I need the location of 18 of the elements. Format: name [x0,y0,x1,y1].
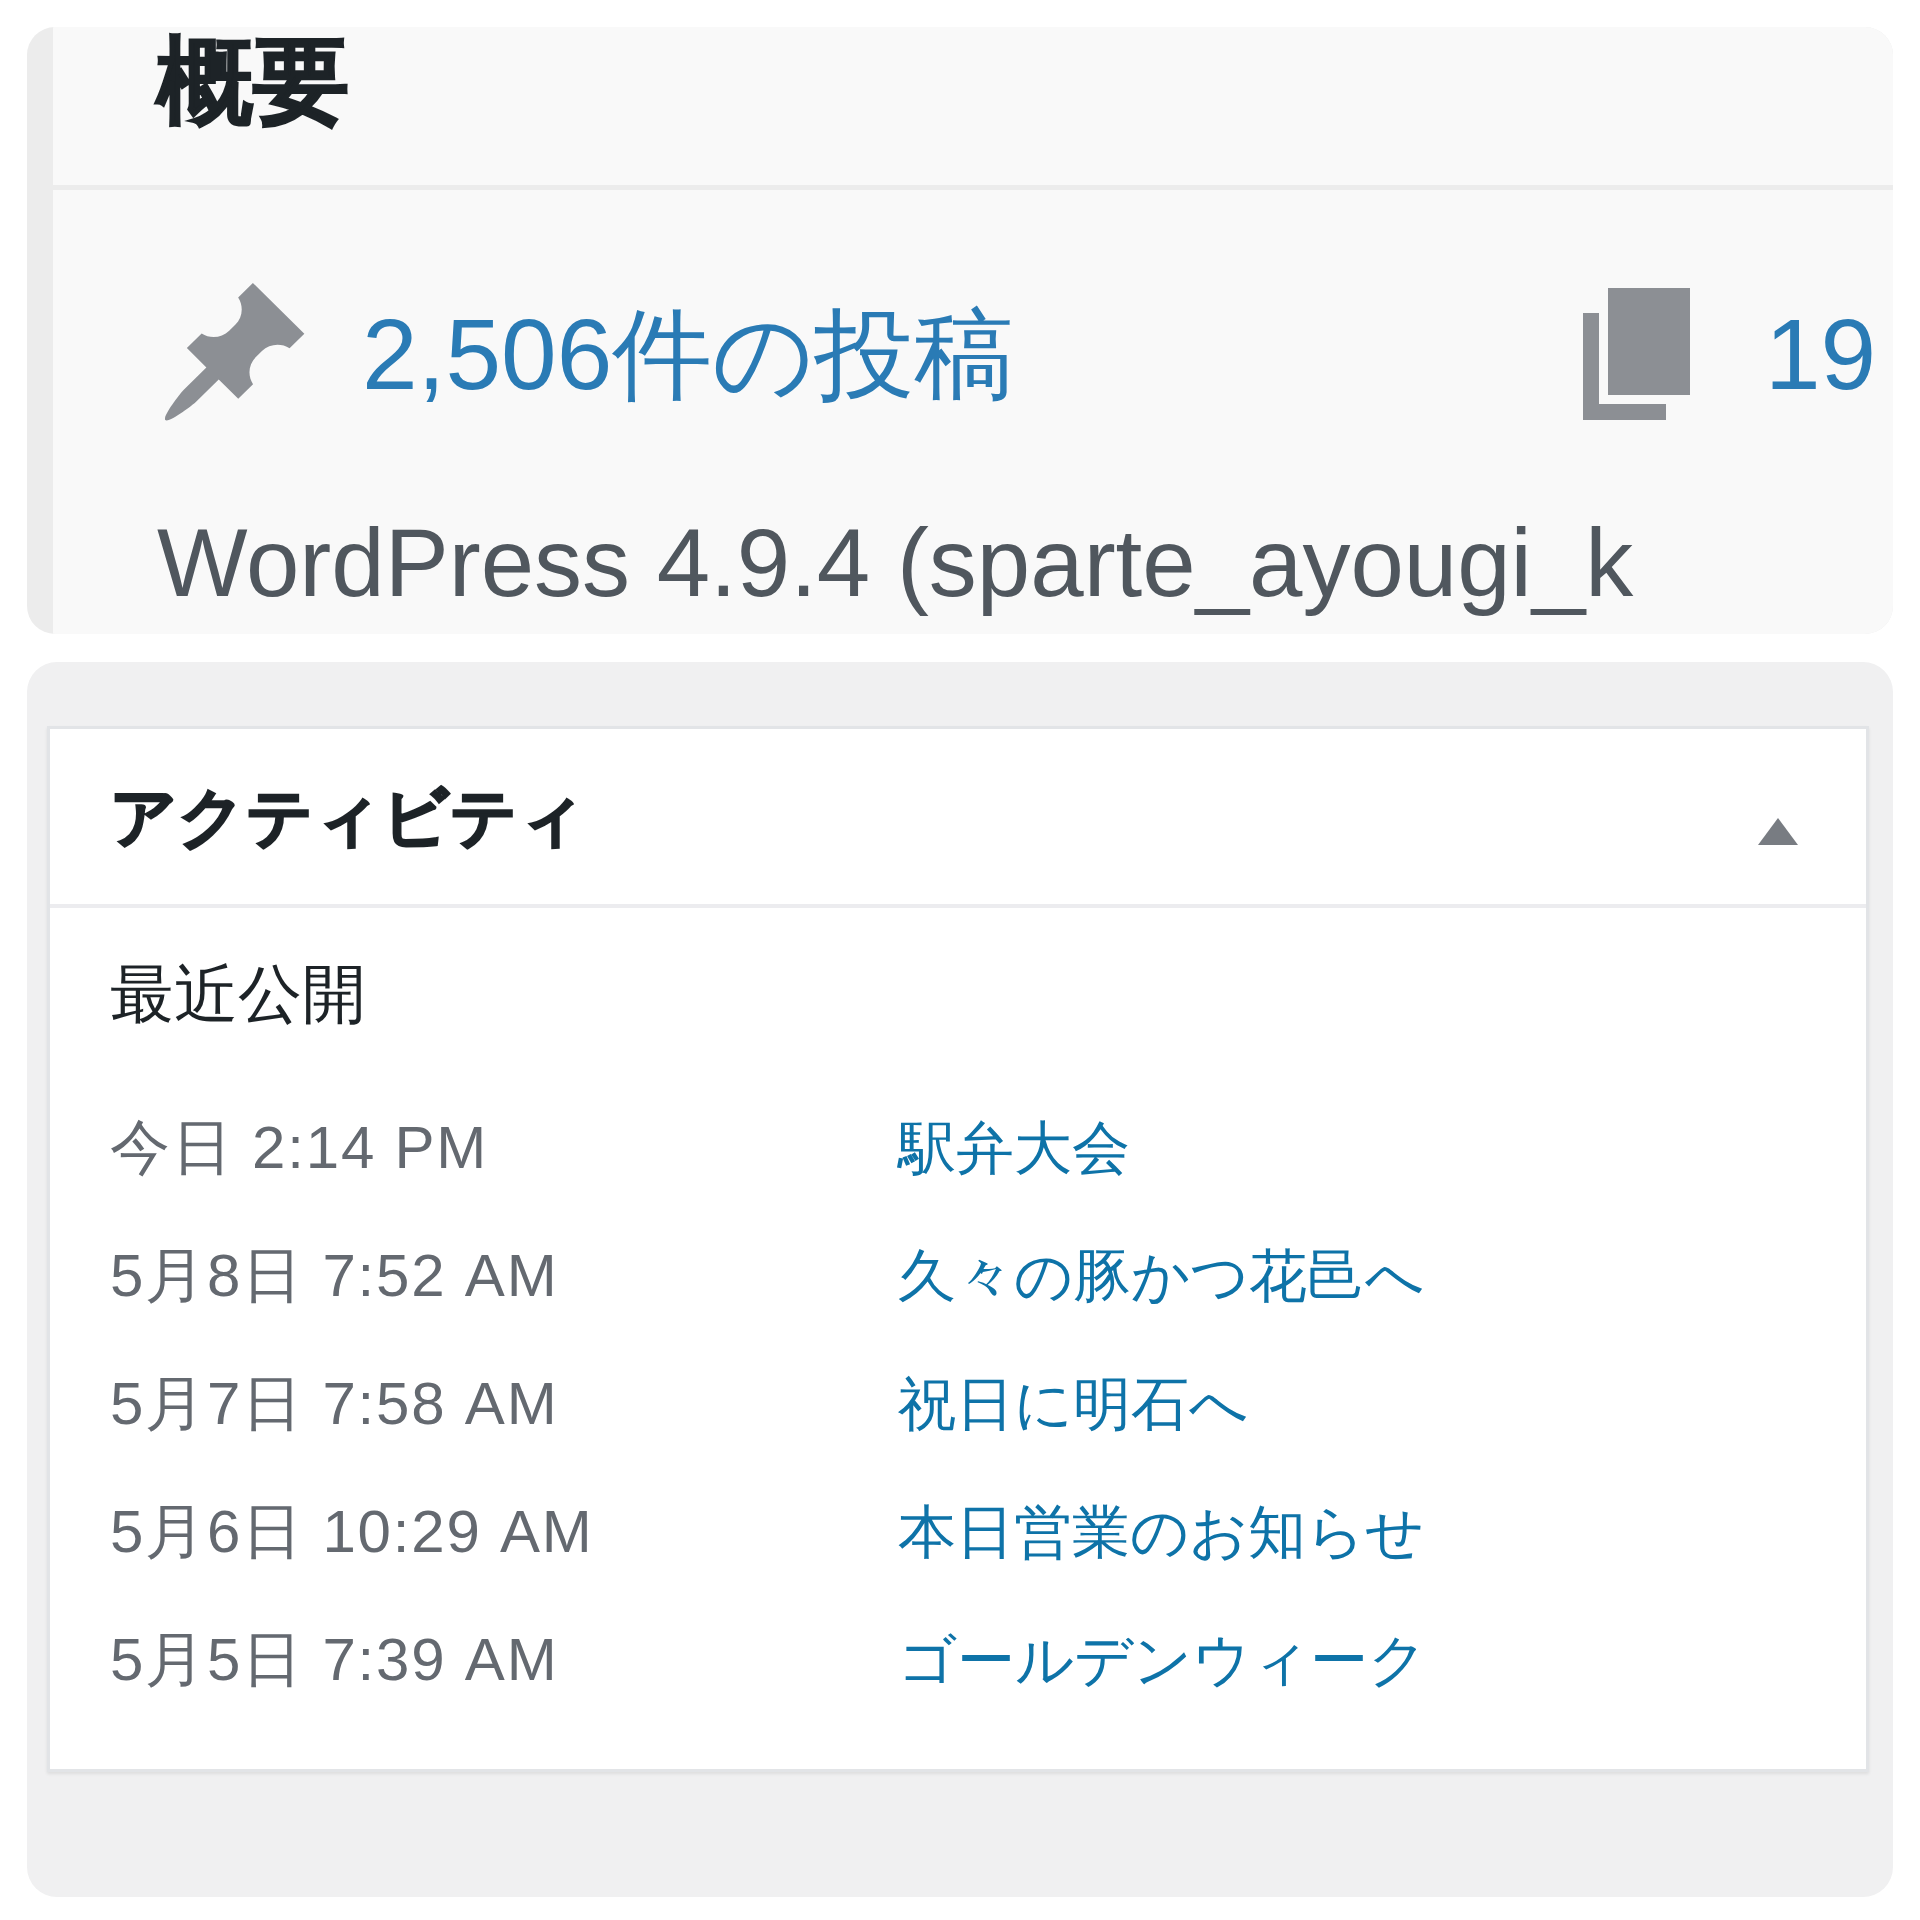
version-text: WordPress 4.9.4 (sparte_ayougi_k [157,508,1634,618]
post-title-link[interactable]: 祝日に明石へ [898,1375,1248,1433]
activity-title: アクティビティ [110,783,586,850]
post-title-link[interactable]: ゴールデンウィーク [898,1631,1427,1689]
post-date: 5月5日 7:39 AM [110,1630,559,1690]
post-date: 5月6日 10:29 AM [110,1502,594,1562]
stat-count-link[interactable]: 2,506件の投稿 [362,304,1015,404]
documents-icon [1583,288,1690,420]
caret-icon[interactable] [1758,818,1798,845]
post-title-link[interactable]: 本日営業のお知らせ [898,1503,1424,1561]
post-date: 5月8日 7:52 AM [110,1246,559,1306]
post-date: 5月7日 7:58 AM [110,1374,559,1434]
post-title-link[interactable]: 駅弁大会 [898,1119,1130,1177]
section-heading: 最近公開 [110,962,366,1026]
post-date: 今日 2:14 PM [110,1118,489,1178]
stat-count-link[interactable]: 19 [1765,304,1877,404]
post-title-link[interactable]: 久々の豚かつ花邑へ [898,1247,1424,1305]
overview-title: 概要 [157,33,349,129]
